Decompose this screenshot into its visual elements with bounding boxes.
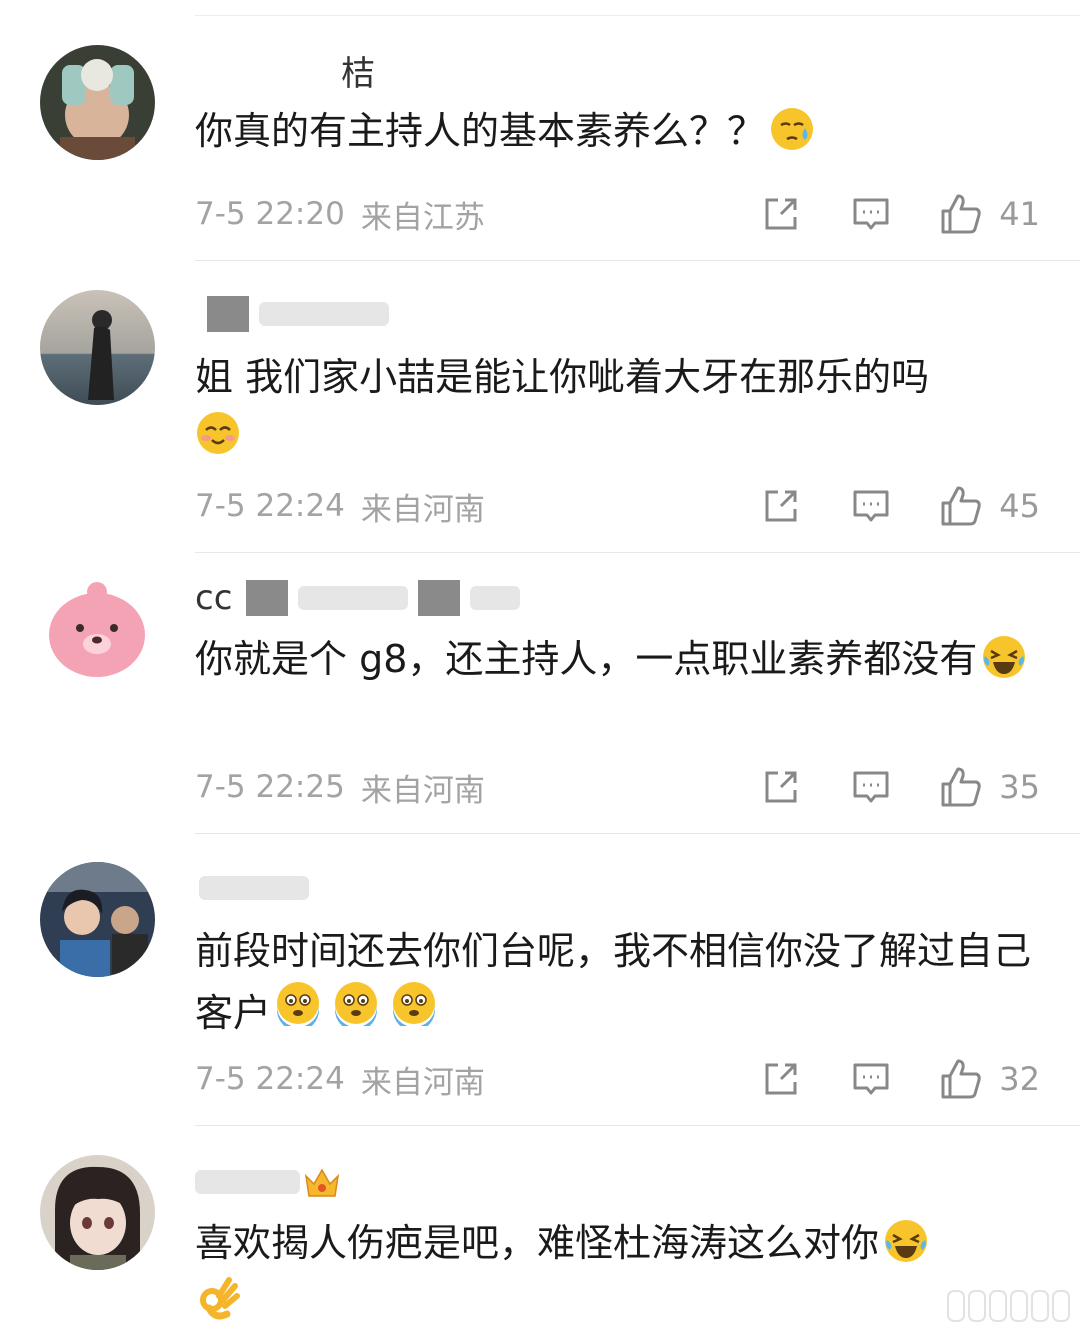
- like-button[interactable]: 45: [939, 484, 1040, 528]
- redacted-name: [259, 302, 389, 326]
- thumbs-up-icon: [941, 767, 981, 807]
- comment-body: 你就是个 g8，还主持人，一点职业素养都没有: [195, 637, 978, 681]
- thumbs-up-icon: [941, 1059, 981, 1099]
- sweat-face-icon: [769, 106, 815, 152]
- location: 来自河南: [360, 772, 485, 809]
- timestamp: 7-5 22:24: [195, 488, 345, 524]
- username-text: 桔: [341, 53, 375, 94]
- action-bar: 32: [761, 1057, 1040, 1101]
- ok-hand-icon: [195, 1276, 241, 1322]
- redacted-name: [298, 586, 409, 610]
- username-text: cc: [195, 578, 233, 618]
- comment-meta: 7-5 22:24 来自河南 32: [195, 1057, 1040, 1101]
- comment-icon[interactable]: [851, 194, 891, 234]
- fear-face-icon: [391, 980, 445, 1034]
- avatar[interactable]: [40, 862, 155, 977]
- action-bar: 35: [761, 765, 1040, 809]
- avatar[interactable]: [40, 45, 155, 160]
- comment-body: 姐 我们家小喆是能让你呲着大牙在那乐的吗: [195, 355, 930, 399]
- share-icon[interactable]: [761, 767, 801, 807]
- username[interactable]: [195, 1160, 342, 1204]
- share-icon[interactable]: [761, 1059, 801, 1099]
- username[interactable]: 桔: [195, 48, 375, 94]
- location: 来自江苏: [360, 199, 485, 236]
- comment-icon[interactable]: [851, 486, 891, 526]
- divider: [195, 260, 1080, 261]
- avatar[interactable]: [40, 570, 155, 685]
- divider: [195, 833, 1080, 834]
- divider: [195, 1125, 1080, 1126]
- timestamp: 7-5 22:25: [195, 769, 345, 805]
- redacted-name: [195, 1170, 300, 1194]
- action-bar: 41: [761, 192, 1040, 236]
- redacted-name: [207, 296, 249, 332]
- thumbs-up-icon: [941, 486, 981, 526]
- like-count: 32: [999, 1060, 1040, 1098]
- comment-body: 你真的有主持人的基本素养么？？: [195, 109, 766, 153]
- fear-face-icon: [275, 980, 329, 1034]
- like-button[interactable]: 35: [939, 765, 1040, 809]
- comment-text: 你真的有主持人的基本素养么？？: [195, 102, 1045, 160]
- username[interactable]: cc: [195, 576, 521, 620]
- comment-icon[interactable]: [851, 1059, 891, 1099]
- avatar[interactable]: [40, 290, 155, 405]
- timestamp: 7-5 22:24: [195, 1061, 345, 1097]
- comment-meta: 7-5 22:24 来自河南 45: [195, 484, 1040, 528]
- username[interactable]: [195, 292, 389, 336]
- like-count: 45: [999, 487, 1040, 525]
- like-button[interactable]: 41: [939, 192, 1040, 236]
- thumbs-up-icon: [941, 194, 981, 234]
- divider: [195, 552, 1080, 553]
- location: 来自河南: [360, 491, 485, 528]
- comment-text: 前段时间还去你们台呢，我不相信你没了解过自己客户: [195, 922, 1045, 1042]
- comment-meta: 7-5 22:20 来自江苏 41: [195, 192, 1040, 236]
- action-bar: 45: [761, 484, 1040, 528]
- top-divider: [195, 15, 1080, 16]
- smile-face-icon: [195, 410, 241, 456]
- comment-text: 喜欢揭人伤疤是吧，难怪杜海涛这么对你: [195, 1214, 1045, 1330]
- comment-text: 姐 我们家小喆是能让你呲着大牙在那乐的吗: [195, 348, 1045, 464]
- share-icon[interactable]: [761, 194, 801, 234]
- like-count: 41: [999, 195, 1040, 233]
- comment-text: 你就是个 g8，还主持人，一点职业素养都没有: [195, 630, 1045, 688]
- like-button[interactable]: 32: [939, 1057, 1040, 1101]
- redacted-name: [418, 580, 461, 616]
- comment-meta: 7-5 22:25 来自河南 35: [195, 765, 1040, 809]
- fear-face-icon: [333, 980, 387, 1034]
- redacted-name: [470, 586, 521, 610]
- location: 来自河南: [360, 1064, 485, 1101]
- timestamp: 7-5 22:20: [195, 196, 345, 232]
- crown-icon: [304, 1168, 340, 1197]
- like-count: 35: [999, 768, 1040, 806]
- comment-icon[interactable]: [851, 767, 891, 807]
- redacted-name: [199, 876, 309, 900]
- laugh-cry-face-icon: [981, 634, 1027, 680]
- avatar[interactable]: [40, 1155, 155, 1270]
- laugh-cry-face-icon: [883, 1218, 929, 1264]
- username[interactable]: [195, 866, 309, 910]
- share-icon[interactable]: [761, 486, 801, 526]
- redacted-name: [246, 580, 289, 616]
- redacted-name: [195, 58, 335, 82]
- watermark: [947, 1290, 1070, 1322]
- comment-body: 喜欢揭人伤疤是吧，难怪杜海涛这么对你: [195, 1221, 880, 1265]
